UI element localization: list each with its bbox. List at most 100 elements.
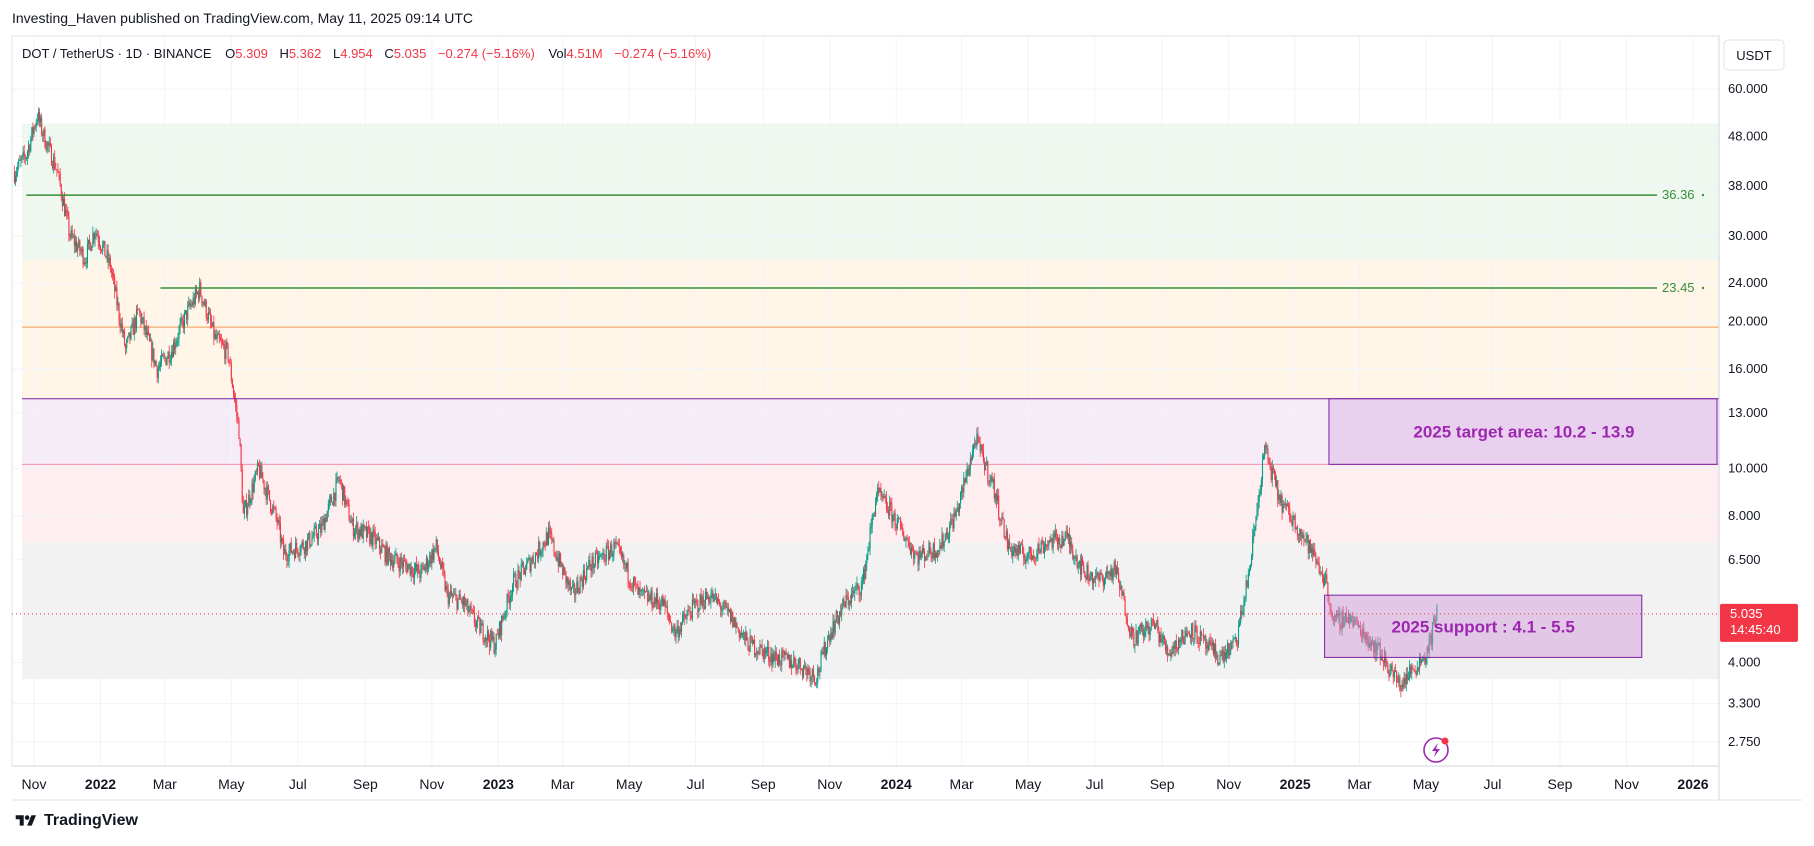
candle-body: [389, 554, 392, 565]
candle-body: [1103, 578, 1105, 587]
candle-body: [531, 556, 533, 563]
candle-body: [240, 444, 242, 470]
candle-body: [908, 541, 910, 549]
candle-body: [801, 669, 804, 677]
candle-body: [208, 312, 211, 314]
candle-body: [34, 126, 36, 128]
candle-body: [922, 547, 925, 552]
candle-body: [1388, 673, 1390, 677]
candle-body: [611, 544, 613, 557]
candle-body: [1084, 571, 1086, 577]
candle-body: [1292, 516, 1294, 526]
close-value: 5.035: [394, 46, 427, 61]
candle-body: [1216, 655, 1218, 658]
candle-body: [361, 525, 363, 539]
time-tick-label: May: [218, 776, 244, 792]
candle-body: [1271, 467, 1273, 480]
price-axis[interactable]: 60.000 48.000 38.000 30.000 24.000 20.000 16.0…: [1728, 81, 1768, 749]
time-tick-label: Nov: [419, 776, 444, 792]
candle-body: [297, 548, 299, 555]
candle-body: [225, 342, 227, 360]
candle-body: [129, 332, 131, 340]
candle-body: [1200, 631, 1203, 636]
candle-body: [284, 549, 286, 555]
candle-body: [700, 594, 702, 604]
horizontal-line-handle: [1701, 286, 1705, 290]
candle-body: [55, 169, 57, 170]
candle-body: [158, 365, 160, 369]
candle-body: [598, 557, 600, 564]
candle-body: [453, 594, 455, 597]
candle-body: [64, 198, 66, 216]
candle-body: [929, 542, 931, 553]
candle-body: [1300, 529, 1302, 535]
candle-body: [682, 614, 684, 624]
candle-body: [604, 560, 606, 562]
candle-body: [176, 340, 178, 345]
candle-body: [1287, 504, 1289, 506]
candle-body: [289, 542, 291, 551]
price-tick-label: 4.000: [1728, 655, 1761, 670]
price-chart[interactable]: 36.36 23.45 2025 target area: 10.2 - 13.9…: [0, 0, 1814, 846]
candle-body: [1219, 654, 1221, 663]
candle-body: [1064, 532, 1066, 541]
candle-body: [739, 632, 741, 638]
candle-body: [581, 579, 583, 587]
candle-body: [1206, 645, 1208, 649]
candle-body: [65, 210, 67, 216]
candle-body: [440, 563, 442, 568]
candle-body: [115, 287, 117, 292]
candle-body: [686, 613, 688, 619]
candle-body: [865, 563, 867, 579]
candle-body: [771, 653, 773, 665]
candle-body: [599, 555, 601, 558]
candle-body: [822, 651, 824, 655]
candle-body: [685, 618, 687, 620]
candle-body: [326, 511, 328, 522]
candle-body: [295, 542, 297, 559]
candle-body: [421, 565, 423, 567]
candle-body: [243, 506, 245, 514]
time-axis[interactable]: Nov 2022 Mar May Jul Sep Nov 2023 Mar May Jul Sep No…: [22, 776, 1709, 792]
candle-body: [457, 598, 459, 610]
candle-body: [420, 566, 422, 578]
time-tick-label: 2022: [85, 776, 116, 792]
candle-body: [206, 317, 208, 320]
candle-body: [1155, 624, 1157, 629]
lightning-alert-icon[interactable]: [1423, 737, 1449, 763]
candle-body: [179, 323, 181, 329]
candle-body: [1213, 643, 1216, 655]
tradingview-logo[interactable]: TradingView: [14, 812, 138, 830]
candle-body: [613, 542, 615, 555]
candle-body: [981, 444, 983, 451]
candle-body: [1235, 636, 1237, 645]
candle-body: [874, 502, 877, 516]
candle-body: [125, 345, 127, 349]
candle-body: [654, 597, 656, 604]
candle-body: [506, 594, 508, 613]
candle-body: [314, 526, 316, 528]
candle-body: [836, 610, 838, 618]
candle-body: [72, 236, 74, 238]
candle-body: [146, 331, 148, 336]
candle-body: [829, 635, 831, 642]
candle-body: [1223, 651, 1225, 662]
candle-body: [1400, 689, 1402, 691]
candle-body: [1021, 544, 1023, 546]
candle-body: [1073, 557, 1075, 559]
candle-body: [43, 129, 45, 137]
candle-body: [110, 269, 112, 273]
candle-body: [128, 332, 130, 337]
candle-body: [364, 526, 366, 528]
candle-body: [445, 585, 447, 591]
candle-body: [543, 542, 545, 546]
candle-body: [482, 623, 484, 641]
candle-body: [357, 523, 359, 539]
candle-body: [41, 117, 43, 135]
candle-body: [45, 147, 47, 151]
candle-body: [1039, 550, 1041, 553]
candle-body: [1309, 540, 1312, 553]
candle-body: [231, 380, 233, 388]
candle-body: [637, 584, 639, 595]
candle-body: [606, 545, 608, 547]
